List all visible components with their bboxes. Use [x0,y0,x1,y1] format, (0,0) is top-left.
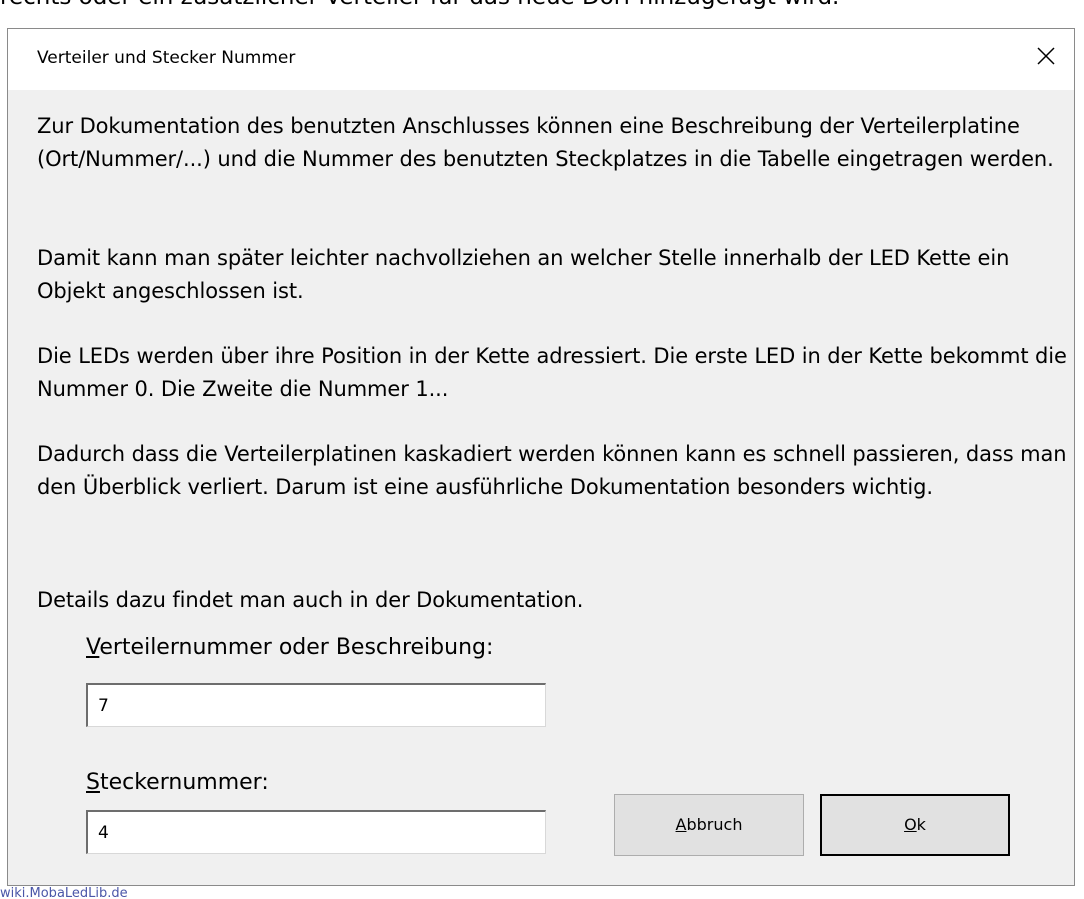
title-bar: Verteiler und Stecker Nummer [8,29,1074,90]
verteiler-label: Verteilernummer oder Beschreibung: [86,635,493,660]
info-paragraph-documentation: Zur Dokumentation des benutzten Anschlus… [37,114,1054,171]
ok-button[interactable]: Ok [820,794,1010,856]
stecker-label: Steckernummer: [86,770,269,795]
ok-button-text: k [916,815,926,834]
cancel-button[interactable]: Abbruch [614,794,804,856]
info-paragraph-led-addressing: Die LEDs werden über ihre Position in de… [37,344,1067,401]
info-paragraph-traceability: Damit kann man später leichter nachvollz… [37,246,1010,303]
dialog-title: Verteiler und Stecker Nummer [37,48,296,68]
verteiler-label-mnemonic: V [86,635,100,660]
cancel-button-mnemonic: A [675,815,687,834]
stecker-label-text: teckernummer: [99,770,269,795]
background-document-text: rechts oder ein zusätzlicher Verteiler f… [0,0,839,10]
verteiler-input[interactable] [86,683,546,727]
cancel-button-text: bbruch [686,815,743,834]
close-icon [1037,47,1055,65]
screen: rechts oder ein zusätzlicher Verteiler f… [0,0,1084,899]
close-button[interactable] [1018,29,1074,83]
info-paragraph-details: Details dazu findet man auch in der Doku… [37,588,584,612]
dialog-window: Verteiler und Stecker Nummer Zur Dokumen… [7,28,1075,886]
verteiler-label-text: erteilernummer oder Beschreibung: [99,635,494,660]
stecker-label-mnemonic: S [86,770,100,795]
ok-button-mnemonic: O [904,815,917,834]
info-paragraph-cascade: Dadurch dass die Verteilerplatinen kaska… [37,442,1067,499]
wiki-link[interactable]: wiki.MobaLedLib.de [0,886,128,899]
stecker-input[interactable] [86,810,546,854]
